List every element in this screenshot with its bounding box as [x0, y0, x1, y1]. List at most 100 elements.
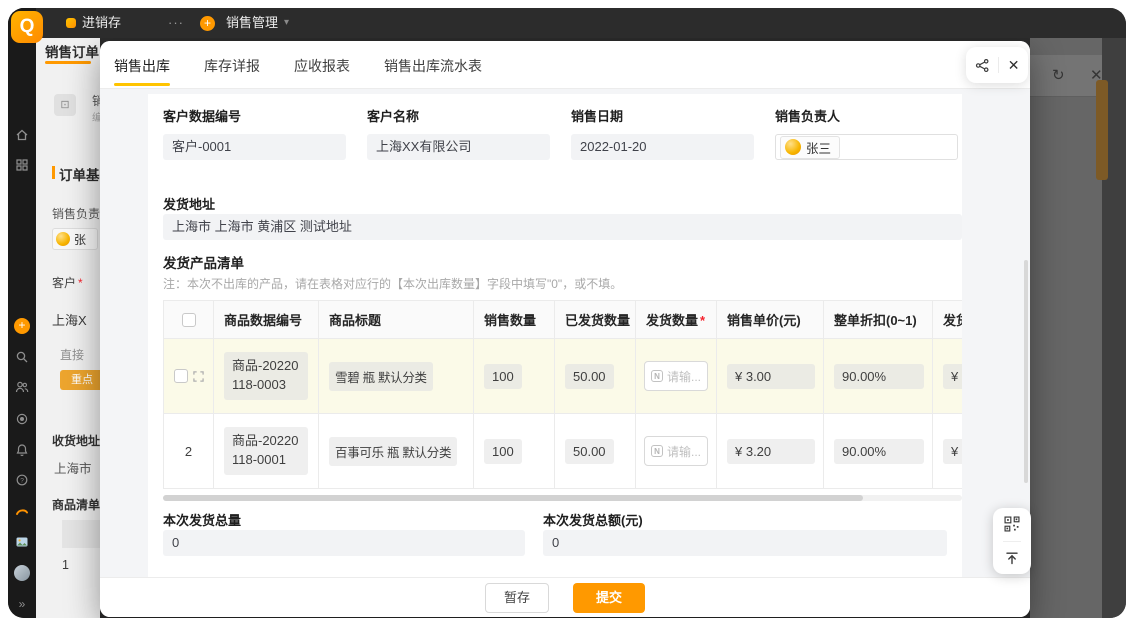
drawer-text-fragment: 销	[92, 92, 100, 109]
col-discount: 整单折扣(0~1)	[824, 301, 933, 339]
bell-icon[interactable]	[15, 443, 29, 457]
sales-owner-tag[interactable]: 张三	[780, 136, 840, 159]
divider	[998, 57, 999, 73]
sale-qty-value: 100	[484, 439, 522, 464]
row-number: 2	[185, 444, 192, 459]
total-qty-label: 本次发货总量	[163, 510, 241, 529]
table-header-row: 商品数据编号 商品标题 销售数量 已发货数量 发货数量* 销售单价(元) 整单折…	[164, 301, 963, 339]
number-field-icon: N	[651, 370, 663, 382]
shipping-address-input: 上海市 上海市 黄浦区 测试地址	[163, 214, 962, 240]
shipped-qty-value: 50.00	[565, 364, 614, 389]
field-sale-date: 销售日期 2022-01-20	[571, 106, 754, 160]
unit-price-value: ¥ 3.00	[727, 364, 815, 389]
tab-sales-outbound[interactable]: 销售出库	[114, 41, 170, 88]
field-label: 客户名称	[367, 106, 550, 125]
drawer-highlight-button: 重点	[60, 370, 100, 390]
home-icon[interactable]	[15, 128, 29, 142]
drawer-section-title: 订单基	[59, 164, 100, 184]
customer-code-input: 客户-0001	[163, 134, 346, 160]
topbar-more-button[interactable]: ···	[168, 8, 184, 38]
amount-value: ¥ 0	[943, 364, 962, 389]
col-product-title: 商品标题	[319, 301, 474, 339]
drawer-products-label: 商品清单	[52, 496, 100, 513]
collapse-sidebar-icon[interactable]: »	[8, 597, 36, 611]
modal-vertical-scrollbar[interactable]	[1024, 260, 1028, 483]
owner-avatar	[785, 139, 801, 155]
apps-grid-icon[interactable]	[15, 158, 29, 172]
table-row: 2 商品-20220118-0001 百事可乐 瓶 默认分类 100 50.00…	[164, 414, 963, 489]
sidebar-add-icon[interactable]: +	[14, 318, 30, 334]
left-sidebar: + ? »	[8, 8, 36, 618]
owner-avatar	[56, 232, 70, 246]
share-icon[interactable]	[975, 58, 990, 73]
discount-value: 90.00%	[834, 364, 924, 389]
modal-window-controls: ✕	[966, 47, 1028, 83]
drawer-table-cell	[62, 520, 100, 548]
drawer-owner-label: 销售负责	[52, 205, 100, 222]
app-logo[interactable]: Q	[11, 11, 43, 43]
contacts-icon[interactable]	[15, 380, 29, 394]
search-icon[interactable]	[15, 350, 29, 364]
gallery-icon[interactable]	[15, 535, 29, 549]
amount-value: ¥ 0	[943, 439, 962, 464]
field-customer-code: 客户数据编号 客户-0001	[163, 106, 346, 160]
modal-close-icon[interactable]: ✕	[1008, 57, 1020, 74]
submit-button[interactable]: 提交	[573, 583, 645, 613]
target-icon[interactable]	[15, 412, 29, 426]
field-customer-name: 客户名称 上海XX有限公司	[367, 106, 550, 160]
dimmed-panel-header: ↻ ✕	[1030, 55, 1102, 97]
user-avatar[interactable]	[14, 565, 30, 581]
topbar-tab-inventory[interactable]: 进销存	[82, 8, 121, 38]
drawer-customer-label: 客户*	[52, 274, 83, 291]
modal-footer: 暂存 提交	[100, 577, 1030, 617]
customer-name-input: 上海XX有限公司	[367, 134, 550, 160]
total-amount-label: 本次发货总额(元)	[543, 510, 643, 529]
product-code-value: 商品-20220118-0001	[224, 427, 308, 475]
sales-owner-input[interactable]: 张三	[775, 134, 958, 160]
products-section-note: 注：本次不出库的产品，请在表格对应行的【本次出库数量】字段中填写"0"，或不填。	[163, 275, 622, 292]
col-product-code: 商品数据编号	[214, 301, 319, 339]
products-table: 商品数据编号 商品标题 销售数量 已发货数量 发货数量* 销售单价(元) 整单折…	[163, 300, 962, 489]
save-draft-button[interactable]: 暂存	[485, 583, 549, 613]
drawer-option-text: 直接	[60, 346, 84, 363]
drawer-address-label: 收货地址	[52, 432, 100, 449]
chevron-down-icon: ▾	[284, 8, 289, 38]
app-window: 进销存 ··· + 销售管理 ▾ Q + ? » 销售订单 ⊡ 销 编 订单基 …	[8, 8, 1126, 618]
dimmed-orange-button	[1096, 80, 1108, 180]
topbar-add-tab-icon[interactable]: +	[200, 16, 215, 31]
product-title-value: 百事可乐 瓶 默认分类	[329, 437, 457, 466]
col-ship-qty: 发货数量*	[636, 301, 717, 339]
ship-qty-input[interactable]: N 请输...	[644, 436, 708, 466]
shipping-address-label: 发货地址	[163, 194, 215, 213]
drawer-text-fragment: 编	[92, 109, 100, 124]
row-checkbox[interactable]	[174, 369, 188, 383]
table-row: 商品-20220118-0003 雪碧 瓶 默认分类 100 50.00 N请输…	[164, 339, 963, 414]
drag-handle-icon[interactable]	[193, 371, 204, 382]
modal-tab-bar: 销售出库 库存详报 应收报表 销售出库流水表	[100, 41, 1030, 89]
drawer-title: 销售订单	[45, 41, 99, 61]
sale-date-input: 2022-01-20	[571, 134, 754, 160]
number-field-icon: N	[651, 445, 663, 457]
floating-toolbar	[993, 508, 1031, 574]
col-sale-qty: 销售数量	[474, 301, 555, 339]
table-horizontal-scrollbar[interactable]	[163, 495, 962, 501]
tab-outbound-flow-report[interactable]: 销售出库流水表	[384, 41, 482, 88]
back-to-top-icon[interactable]	[1004, 550, 1020, 566]
tab-inventory-report[interactable]: 库存详报	[204, 41, 260, 88]
ship-qty-input[interactable]: N请输...	[644, 361, 708, 391]
owner-name: 张三	[806, 138, 831, 157]
topbar-tab-sales-management[interactable]: 销售管理	[226, 8, 278, 38]
svg-text:?: ?	[20, 477, 24, 484]
qr-code-icon[interactable]	[1004, 516, 1020, 532]
tab-receivables-report[interactable]: 应收报表	[294, 41, 350, 88]
brand-swoosh-icon[interactable]	[15, 505, 29, 519]
col-shipped-qty: 已发货数量	[555, 301, 636, 339]
help-icon[interactable]: ?	[15, 473, 29, 487]
total-amount-input: 0	[543, 530, 947, 556]
divider	[1003, 541, 1021, 542]
shipped-qty-value: 50.00	[565, 439, 614, 464]
scrollbar-thumb[interactable]	[163, 495, 863, 501]
ship-qty-placeholder: 请输...	[667, 443, 701, 460]
select-all-checkbox[interactable]	[182, 313, 196, 327]
field-label: 销售日期	[571, 106, 754, 125]
